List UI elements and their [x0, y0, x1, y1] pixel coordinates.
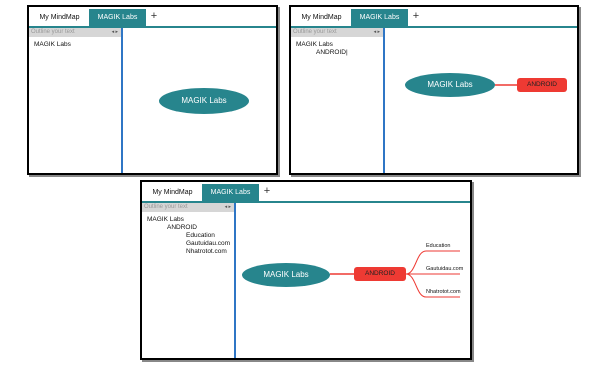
- tab-bar: My MindMap MAGIK Labs +: [29, 7, 276, 28]
- add-tab-button[interactable]: +: [411, 8, 421, 24]
- mindmap-window-1: My MindMap MAGIK Labs + Outline your tex…: [27, 5, 278, 175]
- android-node[interactable]: ANDROID: [354, 267, 406, 281]
- mindmap-window-2: My MindMap MAGIK Labs + Outline your tex…: [289, 5, 579, 175]
- outline-panel[interactable]: Outline your text ◂ ▸ MAGIK Labs ANDROID…: [291, 28, 385, 173]
- mindmap-canvas[interactable]: MAGIK Labs: [123, 28, 276, 173]
- leaf-node-nhatrotot[interactable]: Nhatrotot.com: [426, 289, 461, 295]
- tab-my-mindmap[interactable]: My MindMap: [32, 9, 87, 26]
- outline-line-child[interactable]: ANDROID|: [316, 49, 348, 57]
- outline-placeholder: Outline your text: [293, 29, 337, 35]
- outline-line-child[interactable]: ANDROID: [167, 224, 197, 232]
- outline-line-leaf[interactable]: Gautuidau.com: [186, 240, 230, 248]
- tab-magik-labs[interactable]: MAGIK Labs: [202, 184, 259, 201]
- outline-line-leaf[interactable]: Nhatrotot.com: [186, 248, 227, 256]
- outline-panel[interactable]: Outline your text ◂ ▸ MAGIK Labs: [29, 28, 123, 173]
- outline-input[interactable]: Outline your text ◂ ▸: [29, 28, 121, 37]
- tab-my-mindmap[interactable]: My MindMap: [294, 9, 349, 26]
- tab-magik-labs[interactable]: MAGIK Labs: [89, 9, 146, 26]
- outline-input[interactable]: Outline your text ◂ ▸: [291, 28, 383, 37]
- collapse-arrows-icon[interactable]: ◂ ▸: [225, 203, 231, 212]
- outline-panel[interactable]: Outline your text ◂ ▸ MAGIK Labs ANDROID…: [142, 203, 236, 358]
- root-node[interactable]: MAGIK Labs: [159, 88, 249, 114]
- outline-line-root[interactable]: MAGIK Labs: [34, 41, 71, 49]
- root-node[interactable]: MAGIK Labs: [242, 263, 330, 287]
- outline-placeholder: Outline your text: [144, 204, 188, 210]
- outline-line-root[interactable]: MAGIK Labs: [147, 216, 184, 224]
- connector-lines: [495, 84, 517, 86]
- mindmap-canvas[interactable]: MAGIK Labs ANDROID: [385, 28, 577, 173]
- mindmap-window-3: My MindMap MAGIK Labs + Outline your tex…: [140, 180, 472, 360]
- outline-line-root[interactable]: MAGIK Labs: [296, 41, 333, 49]
- add-tab-button[interactable]: +: [149, 8, 159, 24]
- leaf-node-gautuidau[interactable]: Gautuidau.com: [426, 266, 463, 272]
- outline-placeholder: Outline your text: [31, 29, 75, 35]
- mindmap-canvas[interactable]: MAGIK Labs ANDROID Education Gautuidau.c…: [236, 203, 470, 358]
- outline-input[interactable]: Outline your text ◂ ▸: [142, 203, 234, 212]
- collapse-arrows-icon[interactable]: ◂ ▸: [112, 28, 118, 37]
- tab-magik-labs[interactable]: MAGIK Labs: [351, 9, 408, 26]
- collapse-arrows-icon[interactable]: ◂ ▸: [374, 28, 380, 37]
- tab-bar: My MindMap MAGIK Labs +: [142, 182, 470, 203]
- tab-bar: My MindMap MAGIK Labs +: [291, 7, 577, 28]
- outline-line-leaf[interactable]: Education: [186, 232, 215, 240]
- root-node[interactable]: MAGIK Labs: [405, 73, 495, 97]
- android-node[interactable]: ANDROID: [517, 78, 567, 92]
- leaf-node-education[interactable]: Education: [426, 243, 450, 249]
- tab-my-mindmap[interactable]: My MindMap: [145, 184, 200, 201]
- add-tab-button[interactable]: +: [262, 183, 272, 199]
